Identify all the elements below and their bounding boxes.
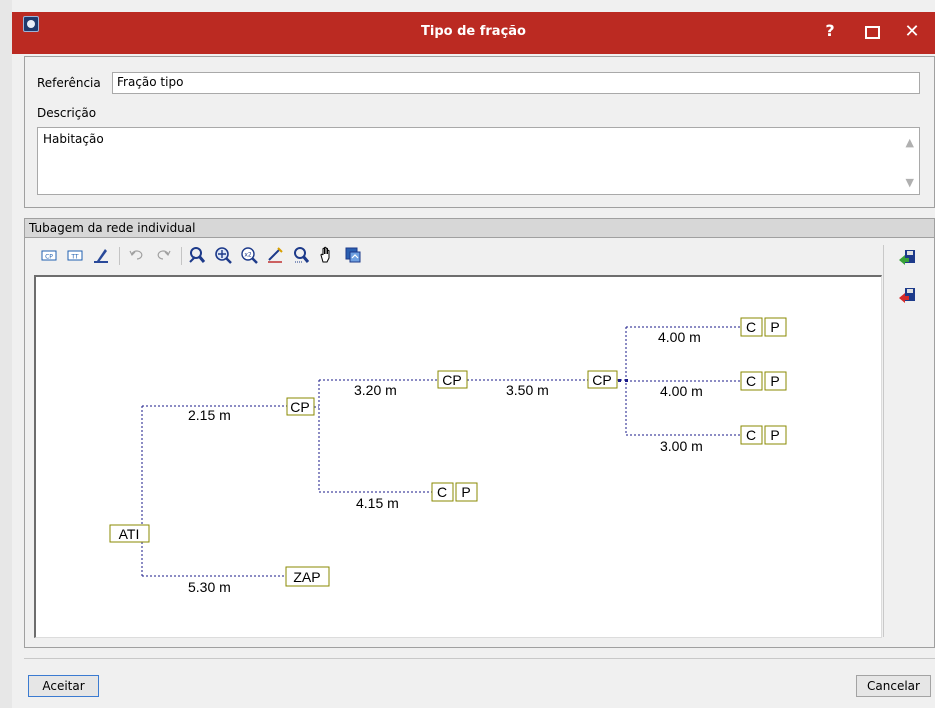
svg-text:P: P	[770, 427, 779, 443]
maximize-button[interactable]	[860, 21, 884, 43]
title-bar[interactable]: Tipo de fração ? ✕	[12, 12, 935, 54]
pipe-lines	[141, 326, 741, 577]
svg-text:CP: CP	[290, 399, 309, 415]
endpoint-cp-low[interactable]: C P	[431, 482, 478, 502]
dialog-body: Referência Fração tipo Descrição Habitaç…	[24, 54, 935, 708]
length-cp3-top: 4.00 m	[658, 329, 701, 345]
description-textarea[interactable]: Habitação ▲ ▼	[37, 127, 920, 195]
network-panel: Tubagem da rede individual CP TT x2 ATI …	[24, 218, 935, 648]
zoom-out-icon[interactable]	[291, 245, 311, 265]
cp-icon[interactable]: CP	[39, 245, 59, 265]
window-frame-left	[0, 0, 12, 708]
node-ati[interactable]: ATI	[109, 524, 150, 543]
svg-text:CP: CP	[442, 372, 461, 388]
svg-text:C: C	[746, 427, 756, 443]
length-ati-zap: 5.30 m	[188, 579, 231, 595]
pan-hand-icon[interactable]	[317, 245, 337, 265]
cancel-button[interactable]: Cancelar	[856, 675, 931, 697]
redo-icon[interactable]	[153, 245, 173, 265]
node-cp1[interactable]: CP	[286, 397, 315, 416]
help-button[interactable]: ?	[818, 21, 842, 43]
window-title: Tipo de fração	[421, 24, 526, 39]
properties-panel: Referência Fração tipo Descrição Habitaç…	[24, 56, 935, 208]
toolbar-separator	[181, 247, 182, 265]
svg-text:C: C	[746, 319, 756, 335]
length-ati-cp1: 2.15 m	[188, 407, 231, 423]
scroll-up-icon[interactable]: ▲	[906, 136, 914, 149]
svg-text:P: P	[461, 484, 470, 500]
close-button[interactable]: ✕	[900, 21, 924, 43]
node-zap[interactable]: ZAP	[285, 566, 330, 587]
node-cp2[interactable]: CP	[437, 370, 468, 389]
side-divider	[883, 245, 884, 637]
svg-text:x2: x2	[244, 252, 252, 259]
svg-text:CP: CP	[45, 254, 53, 261]
svg-text:C: C	[437, 484, 447, 500]
maximize-icon	[864, 26, 880, 39]
length-cp1-cp2: 3.20 m	[354, 382, 397, 398]
zoom-all-icon[interactable]	[213, 245, 233, 265]
length-cp2-cp3: 3.50 m	[506, 382, 549, 398]
reference-label: Referência	[37, 76, 101, 90]
endpoint-cp-bot[interactable]: C P	[740, 425, 787, 445]
zoom-window-icon[interactable]	[187, 245, 207, 265]
pipe-ati-trunk	[141, 406, 149, 576]
length-cp3-bot: 3.00 m	[660, 438, 703, 454]
zoom-x2-icon[interactable]: x2	[239, 245, 259, 265]
undo-icon[interactable]	[127, 245, 147, 265]
edit-pen-icon[interactable]	[91, 245, 111, 265]
svg-text:P: P	[770, 373, 779, 389]
reference-input[interactable]: Fração tipo	[112, 72, 920, 94]
node-cp3[interactable]: CP	[587, 370, 618, 389]
copy-image-icon[interactable]	[343, 245, 363, 265]
network-section-title: Tubagem da rede individual	[25, 219, 934, 238]
length-cp3-mid: 4.00 m	[660, 383, 703, 399]
footer-divider	[24, 658, 935, 659]
export-red-icon[interactable]	[897, 285, 917, 305]
svg-text:CP: CP	[592, 372, 611, 388]
measure-icon[interactable]	[265, 245, 285, 265]
length-cp1-c: 4.15 m	[356, 495, 399, 511]
pipe-cp1-trunk	[314, 380, 320, 492]
import-green-icon[interactable]	[897, 247, 917, 267]
junction-dots	[618, 379, 628, 382]
svg-text:ZAP: ZAP	[293, 569, 320, 585]
accept-button[interactable]: Aceitar	[28, 675, 99, 697]
endpoint-cp-top[interactable]: C P	[740, 317, 787, 337]
svg-text:ATI: ATI	[119, 526, 140, 542]
tt-icon[interactable]: TT	[65, 245, 85, 265]
scroll-down-icon[interactable]: ▼	[906, 176, 914, 189]
endpoint-cp-mid[interactable]: C P	[740, 371, 787, 391]
description-label: Descrição	[37, 106, 97, 120]
network-diagram: ATI CP CP CP ZAP C P C P C P C P 2.15 m …	[109, 317, 787, 595]
svg-text:C: C	[746, 373, 756, 389]
toolbar-separator	[119, 247, 120, 265]
svg-text:P: P	[770, 319, 779, 335]
svg-text:TT: TT	[70, 254, 79, 261]
description-text: Habitação	[43, 132, 104, 146]
network-canvas[interactable]: ATI CP CP CP ZAP C P C P C P C P 2.15 m …	[34, 275, 882, 638]
